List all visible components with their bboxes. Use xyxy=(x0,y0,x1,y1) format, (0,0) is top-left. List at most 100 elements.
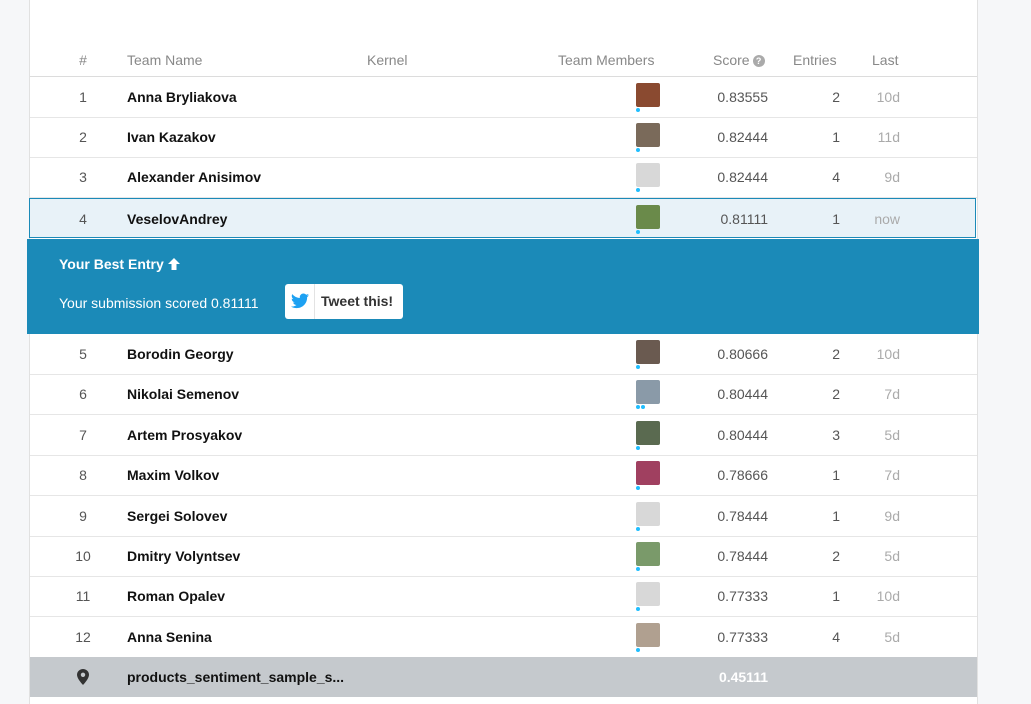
row-last: 10d xyxy=(876,588,900,605)
row-entries: 1 xyxy=(832,129,840,145)
row-score: 0.83555 xyxy=(717,89,768,105)
row-score: 0.78666 xyxy=(717,467,768,484)
row-score: 0.80444 xyxy=(717,386,768,403)
benchmark-score: 0.45111 xyxy=(718,669,768,685)
row-last: 10d xyxy=(876,89,900,105)
row-team-name[interactable]: Dmitry Volyntsev xyxy=(127,548,240,564)
row-rank: 6 xyxy=(79,386,87,403)
member-dot xyxy=(636,607,640,612)
row-entries: 2 xyxy=(832,386,840,403)
avatar[interactable] xyxy=(636,83,660,107)
avatar[interactable] xyxy=(636,542,660,566)
row-team-name[interactable]: VeselovAndrey xyxy=(127,211,227,227)
row-last: now xyxy=(874,211,900,227)
row-entries: 1 xyxy=(832,211,840,227)
row-entries: 2 xyxy=(832,548,840,564)
benchmark-row: products_sentiment_sample_s... 0.45111 xyxy=(30,657,977,697)
leaderboard-row[interactable]: 10 Dmitry Volyntsev 0.78444 2 5d xyxy=(30,536,977,577)
row-team-name[interactable]: Borodin Georgy xyxy=(127,346,234,362)
avatar[interactable] xyxy=(636,461,660,486)
row-score: 0.82444 xyxy=(717,169,768,185)
row-rank: 9 xyxy=(79,507,87,524)
row-rank: 4 xyxy=(79,211,87,227)
row-rank: 2 xyxy=(79,129,87,145)
row-entries: 2 xyxy=(832,89,840,105)
row-rank: 5 xyxy=(79,346,87,362)
row-rank: 10 xyxy=(75,548,91,564)
avatar[interactable] xyxy=(636,123,660,147)
avatar[interactable] xyxy=(636,582,660,607)
row-score: 0.81111 xyxy=(720,211,769,227)
avatar[interactable] xyxy=(636,163,660,187)
avatar[interactable] xyxy=(636,501,660,526)
leaderboard-header: # Team Name Kernel Team Members Score? E… xyxy=(30,40,977,77)
tweet-button-divider xyxy=(314,284,315,319)
row-last: 7d xyxy=(884,467,900,484)
member-dot xyxy=(636,230,640,234)
avatar[interactable] xyxy=(636,205,660,229)
row-entries: 3 xyxy=(832,426,840,443)
member-dot xyxy=(636,486,640,491)
row-rank: 1 xyxy=(79,89,87,105)
leaderboard-row-current-user[interactable]: 4 VeselovAndrey 0.81111 1 now xyxy=(29,198,976,238)
row-team-name[interactable]: Artem Prosyakov xyxy=(127,427,242,443)
leaderboard-row[interactable]: 5 Borodin Georgy 0.80666 2 10d xyxy=(30,334,977,375)
leaderboard-row[interactable]: 9 Sergei Solovev 0.78444 1 9d xyxy=(30,496,977,537)
member-dot xyxy=(636,445,640,450)
row-last: 9d xyxy=(884,507,900,524)
best-entry-title: Your Best Entry xyxy=(59,256,180,272)
leaderboard-row[interactable]: 3 Alexander Anisimov 0.82444 4 9d xyxy=(30,157,977,198)
row-last: 5d xyxy=(884,548,900,564)
row-entries: 1 xyxy=(832,507,840,524)
leaderboard-row[interactable]: 1 Anna Bryliakova 0.83555 2 10d xyxy=(30,77,977,118)
col-team-name-header[interactable]: Team Name xyxy=(127,52,202,68)
col-rank-header: # xyxy=(79,52,87,68)
question-circle-icon[interactable]: ? xyxy=(752,55,765,67)
leaderboard-row[interactable]: 11 Roman Opalev 0.77333 1 10d xyxy=(30,576,977,618)
avatar[interactable] xyxy=(636,380,660,405)
col-last-header: Last xyxy=(872,52,899,68)
member-dot xyxy=(641,405,645,410)
member-dot xyxy=(636,567,640,571)
avatar[interactable] xyxy=(636,420,660,445)
member-dot xyxy=(636,108,640,112)
col-score-header[interactable]: Score? xyxy=(713,52,765,68)
leaderboard-row[interactable]: 2 Ivan Kazakov 0.82444 1 11d xyxy=(30,117,977,158)
row-team-name[interactable]: Alexander Anisimov xyxy=(127,169,261,185)
leaderboard-row[interactable]: 8 Maxim Volkov 0.78666 1 7d xyxy=(30,455,977,497)
row-entries: 1 xyxy=(832,467,840,484)
leaderboard-row[interactable]: 7 Artem Prosyakov 0.80444 3 5d xyxy=(30,415,977,456)
member-dot xyxy=(636,405,640,410)
leaderboard-row[interactable]: 12 Anna Senina 0.77333 4 5d xyxy=(30,617,977,658)
row-team-name[interactable]: Maxim Volkov xyxy=(127,467,219,483)
col-kernel-header: Kernel xyxy=(367,52,408,68)
row-score: 0.80444 xyxy=(717,426,768,443)
col-entries-header: Entries xyxy=(793,52,837,68)
avatar[interactable] xyxy=(636,340,660,364)
tweet-this-button[interactable]: Tweet this! xyxy=(285,284,403,319)
row-team-name[interactable]: Nikolai Semenov xyxy=(127,386,239,402)
row-team-name[interactable]: Sergei Solovev xyxy=(127,508,227,524)
row-last: 9d xyxy=(884,169,900,185)
row-rank: 12 xyxy=(75,628,91,645)
row-team-name[interactable]: Anna Bryliakova xyxy=(127,89,237,105)
row-last: 11d xyxy=(877,129,900,145)
row-team-name[interactable]: Roman Opalev xyxy=(127,588,225,604)
best-entry-title-text: Your Best Entry xyxy=(59,256,164,272)
leaderboard-row[interactable]: 6 Nikolai Semenov 0.80444 2 7d xyxy=(30,374,977,416)
member-dot xyxy=(636,148,640,152)
row-rank: 8 xyxy=(79,467,87,484)
avatar[interactable] xyxy=(636,622,660,647)
row-rank: 7 xyxy=(79,426,87,443)
member-dot xyxy=(636,526,640,531)
row-last: 5d xyxy=(884,628,900,645)
row-team-name[interactable]: Anna Senina xyxy=(127,629,212,645)
row-last: 5d xyxy=(884,426,900,443)
tweet-button-label: Tweet this! xyxy=(321,293,394,309)
row-team-name[interactable]: Ivan Kazakov xyxy=(127,129,216,145)
best-entry-banner: Your Best Entry Your submission scored 0… xyxy=(27,239,979,334)
member-dot xyxy=(636,365,640,369)
row-last: 10d xyxy=(876,346,900,362)
row-score: 0.80666 xyxy=(717,346,768,362)
benchmark-name[interactable]: products_sentiment_sample_s... xyxy=(127,669,344,685)
